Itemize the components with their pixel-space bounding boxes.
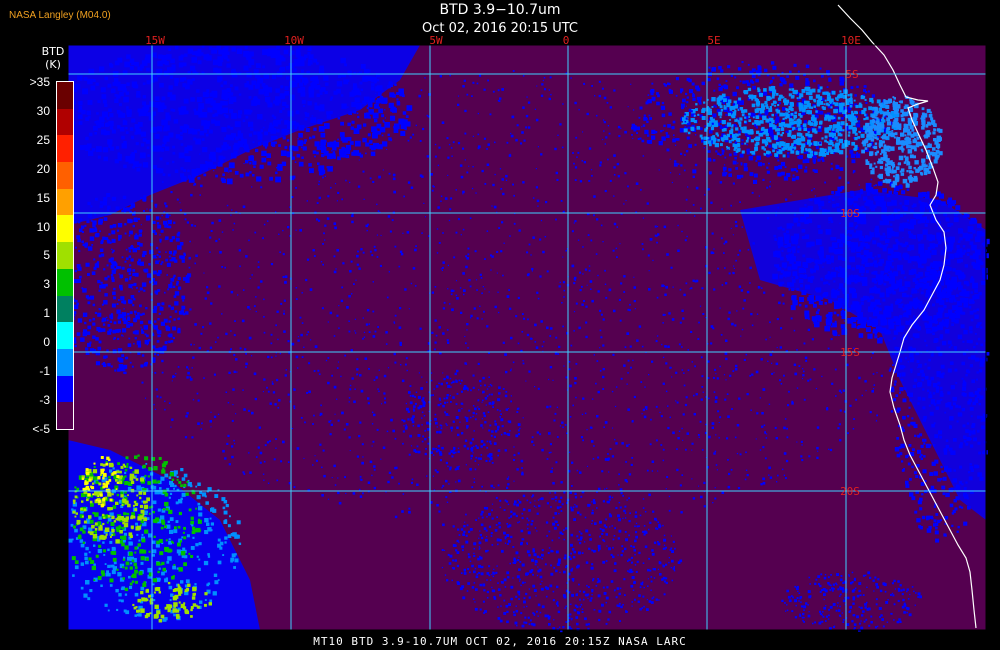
color-scale-segment — [57, 268, 73, 297]
lat-label-5s: 5S — [845, 68, 858, 81]
color-scale-label: -1 — [39, 364, 50, 378]
color-scale-segment — [57, 402, 73, 430]
color-scale-label: <-5 — [32, 421, 50, 436]
color-scale-label: 1 — [43, 306, 50, 321]
color-scale-label: 10 — [36, 219, 50, 234]
color-scale-label: 30 — [36, 103, 50, 118]
color-scale-label: >35 — [29, 75, 50, 89]
color-scale-segment — [57, 375, 73, 403]
color-scale-label: -3 — [39, 392, 50, 407]
lat-label-15s: 15S — [840, 346, 860, 359]
color-scale-bar — [56, 81, 74, 430]
color-scale-label: 20 — [36, 161, 50, 176]
legend-units-bottom: (K) — [45, 58, 61, 71]
color-scale-segment — [57, 82, 73, 110]
color-scale-label: 3 — [43, 277, 50, 292]
color-scale-segment — [57, 295, 73, 323]
color-scale-label: 25 — [36, 132, 50, 147]
color-scale-segment — [57, 242, 73, 270]
satellite-map: 15W 10W 5W 0 5E 10E 5S 10S 15S 20S — [67, 4, 990, 633]
color-scale-segment — [57, 188, 73, 216]
lat-label-10s: 10S — [840, 207, 860, 220]
footer-caption: MT10 BTD 3.9-10.7UM OCT 02, 2016 20:15Z … — [313, 635, 687, 648]
color-scale-segment — [57, 322, 73, 350]
color-scale-label: 5 — [43, 248, 50, 263]
legend-units-top: BTD — [41, 45, 65, 58]
color-scale-label: 15 — [36, 190, 50, 205]
color-scale-segment — [57, 215, 73, 243]
color-scale-segment — [57, 135, 73, 163]
color-scale-label: 0 — [43, 335, 50, 350]
lat-label-20s: 20S — [840, 485, 860, 498]
color-scale-segment — [57, 162, 73, 190]
color-scale-segment — [57, 348, 73, 377]
color-scale-segment — [57, 108, 73, 136]
